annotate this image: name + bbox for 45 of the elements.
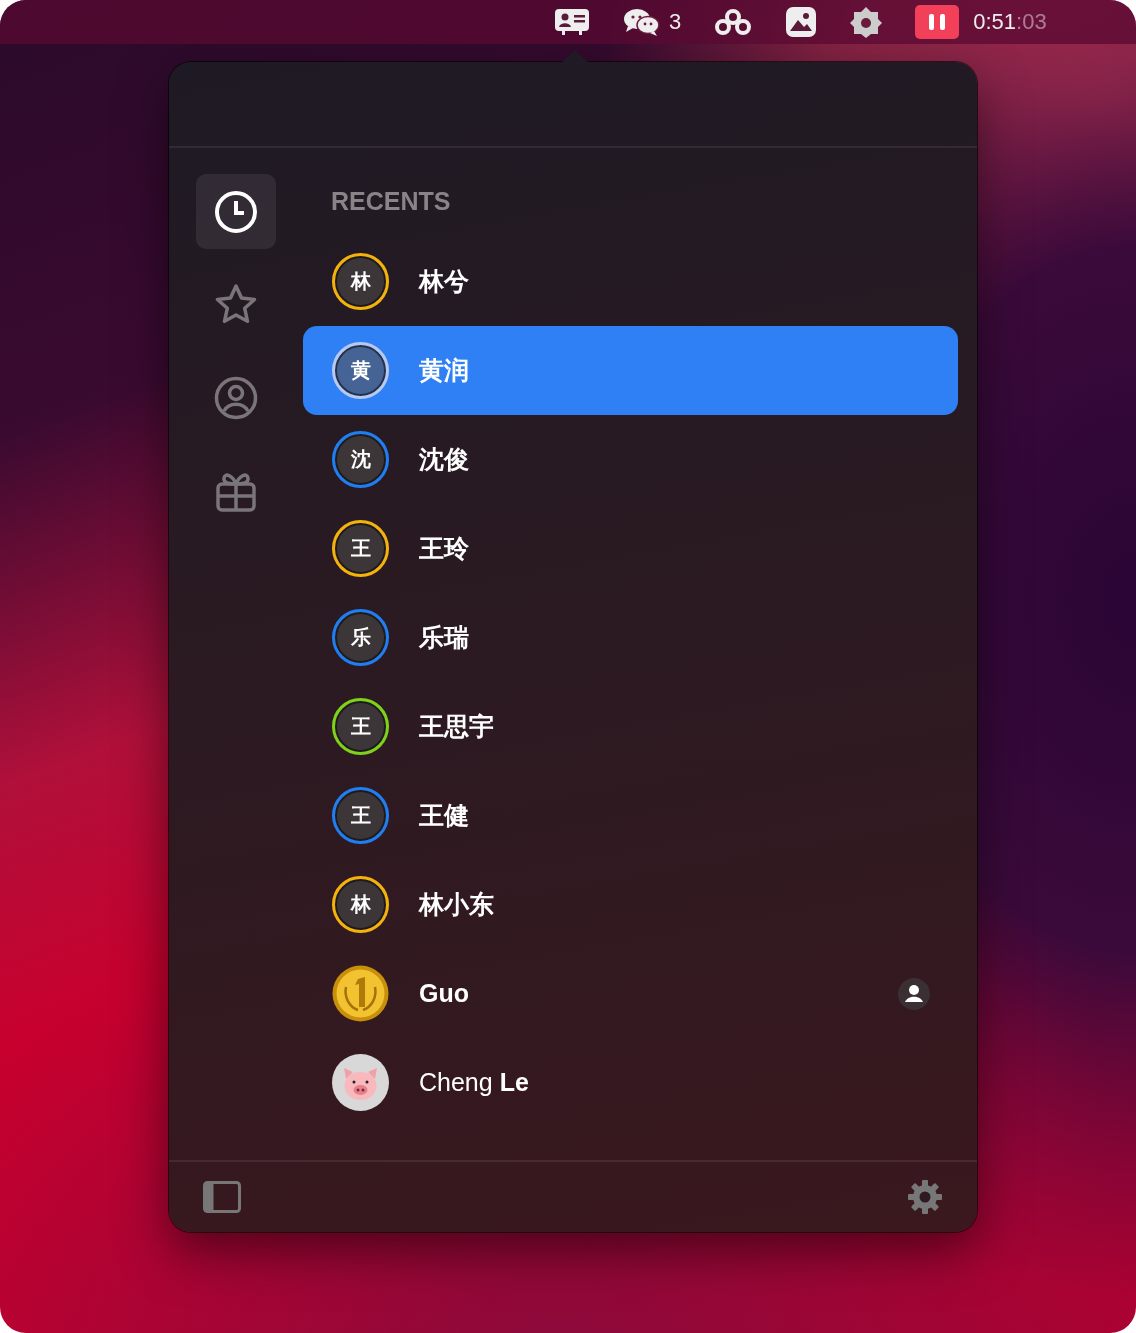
avatar: 乐 (332, 609, 389, 666)
avatar: 沈 (332, 431, 389, 488)
timer-text: 0:51 (973, 9, 1017, 35)
contact-name: Cheng Le (419, 1068, 530, 1097)
contact-row[interactable]: Cheng Le (303, 1038, 958, 1127)
contact-row[interactable]: 林 林兮 (303, 237, 958, 326)
section-title: RECENTS (330, 186, 452, 217)
contact-name: 乐瑞 (419, 622, 470, 653)
contact-name: 王玲 (419, 533, 470, 564)
contact-row[interactable]: 王 王玲 (303, 504, 958, 593)
avatar: 林 (332, 253, 389, 310)
avatar: 王 (332, 520, 389, 577)
clock-icon (213, 188, 259, 235)
contact-row[interactable]: Guo (303, 949, 958, 1038)
photo-icon[interactable] (785, 6, 818, 38)
contact-name: 林兮 (419, 266, 470, 297)
contact-name: Guo (419, 979, 470, 1008)
avatar: 王 (332, 698, 389, 755)
sidebar-tab[interactable] (196, 174, 276, 249)
contact-row[interactable]: 王 王思宇 (303, 682, 958, 771)
unread-count: 3 (669, 9, 682, 35)
contact-row[interactable]: 黄 黄润 (303, 326, 958, 415)
contact-card-icon[interactable] (554, 8, 590, 36)
rings-icon[interactable] (714, 8, 753, 36)
medal-icon (332, 965, 389, 1022)
pig-face-icon (332, 1054, 389, 1111)
contact-name: 王思宇 (419, 711, 495, 742)
contact-name: 林小东 (419, 889, 495, 920)
pause-button[interactable] (915, 5, 960, 39)
contact-row[interactable]: 王 王健 (303, 771, 958, 860)
sidebar-toggle-icon[interactable] (203, 1181, 241, 1213)
contact-row[interactable]: 林 林小东 (303, 860, 958, 949)
chat-bubbles-icon[interactable] (623, 7, 661, 37)
avatar: 林 (332, 876, 389, 933)
contact-row[interactable]: 沈 沈俊 (303, 415, 958, 504)
contact-row[interactable]: 乐 乐瑞 (303, 593, 958, 682)
avatar: 王 (332, 787, 389, 844)
settings-icon[interactable] (907, 1179, 943, 1215)
flower-icon[interactable] (850, 6, 883, 38)
timer-seconds: :03 (1016, 9, 1047, 35)
contact-name: 沈俊 (419, 444, 470, 475)
contact-name: 黄润 (419, 355, 470, 386)
avatar: 黄 (332, 342, 389, 399)
person-circle-icon (213, 374, 259, 421)
contact-name: 王健 (419, 800, 470, 831)
